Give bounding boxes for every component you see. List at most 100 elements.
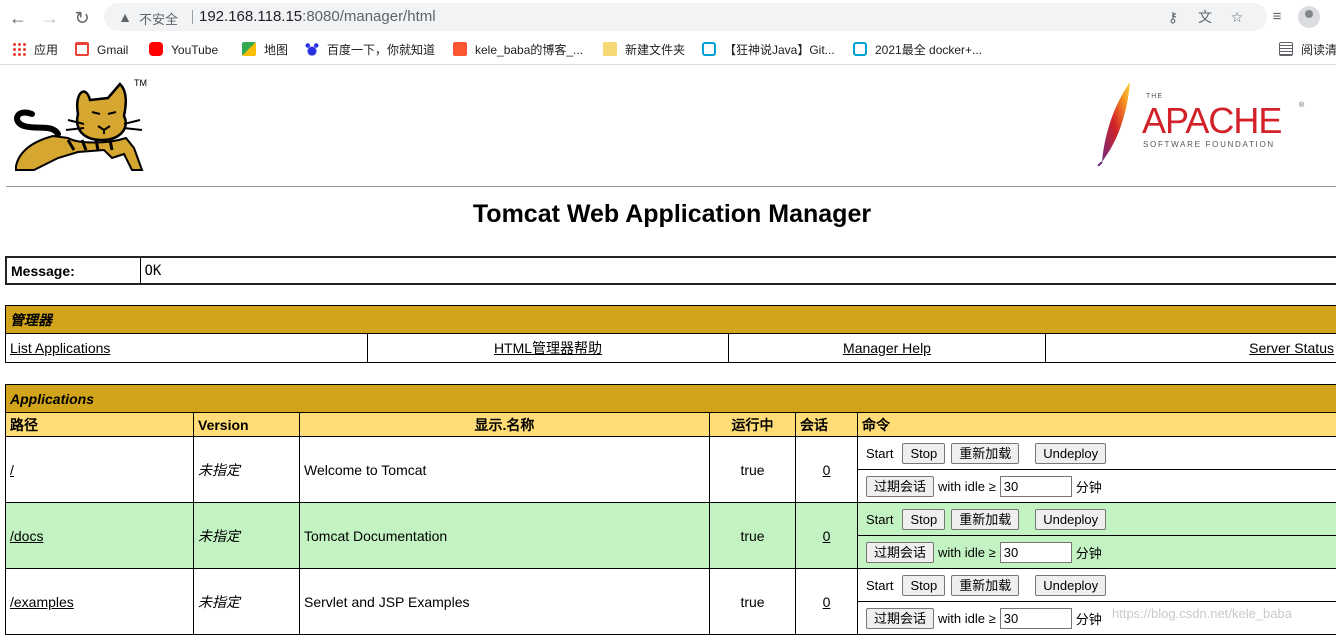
html-manager-help-link[interactable]: HTML管理器帮助 bbox=[494, 340, 602, 356]
manager-link-cell: HTML管理器帮助 bbox=[368, 334, 729, 363]
app-path-cell: / bbox=[6, 437, 194, 503]
list-applications-link[interactable]: List Applications bbox=[10, 340, 110, 356]
app-sessions-cell: 0 bbox=[796, 503, 858, 569]
stop-button[interactable]: Stop bbox=[902, 575, 945, 596]
idle-minutes-input[interactable]: 30 bbox=[1000, 608, 1072, 629]
manager-link-cell: Manager Help bbox=[729, 334, 1046, 363]
bookmark-label: 应用 bbox=[34, 43, 58, 57]
bookmark-csdn[interactable]: kele_baba的博客_... bbox=[453, 41, 583, 59]
expire-sessions-button[interactable]: 过期会话 bbox=[866, 542, 934, 563]
app-sessions-link[interactable]: 0 bbox=[823, 594, 831, 610]
reload-icon[interactable]: ↻ bbox=[70, 6, 94, 30]
browser-toolbar: ← → ↻ ▲ 不安全 192.168.118.15:8080/manager/… bbox=[0, 0, 1336, 35]
bilibili-icon bbox=[702, 42, 716, 56]
manager-help-link[interactable]: Manager Help bbox=[843, 340, 931, 356]
app-display-name: Welcome to Tomcat bbox=[300, 437, 710, 503]
manager-link-cell: Server Status bbox=[1046, 334, 1336, 363]
bookmark-apps[interactable]: 应用 bbox=[12, 41, 58, 59]
column-header-display-name: 显示.名称 bbox=[300, 413, 710, 437]
bookmark-label: 百度一下，你就知道 bbox=[327, 43, 435, 57]
app-path-link[interactable]: /docs bbox=[10, 528, 43, 544]
address-bar[interactable]: ▲ 不安全 192.168.118.15:8080/manager/html ⚷… bbox=[104, 3, 1267, 31]
app-running: true bbox=[710, 437, 796, 503]
apps-grid-icon bbox=[12, 42, 26, 56]
bookmark-maps[interactable]: 地图 bbox=[242, 41, 288, 59]
back-icon[interactable]: ← bbox=[6, 6, 30, 30]
url-path: :8080/manager/html bbox=[302, 8, 435, 25]
profile-avatar-icon[interactable] bbox=[1298, 6, 1320, 28]
message-label: Message: bbox=[6, 257, 140, 284]
table-row: /examples 未指定 Servlet and JSP Examples t… bbox=[6, 569, 1336, 602]
reload-button[interactable]: 重新加载 bbox=[951, 575, 1019, 596]
app-display-name: Tomcat Documentation bbox=[300, 503, 710, 569]
reload-button[interactable]: 重新加载 bbox=[951, 443, 1019, 464]
bookmark-bilibili-git[interactable]: 【狂神说Java】Git... bbox=[702, 41, 835, 59]
omnibox-divider bbox=[192, 10, 193, 24]
column-header-version: Version bbox=[194, 413, 300, 437]
server-status-link[interactable]: Server Status bbox=[1249, 340, 1334, 356]
app-display-name: Servlet and JSP Examples bbox=[300, 569, 710, 635]
page-title: Tomcat Web Application Manager bbox=[0, 200, 1336, 229]
bookmark-baidu[interactable]: 百度一下，你就知道 bbox=[305, 41, 435, 59]
warning-icon[interactable]: ▲ bbox=[116, 8, 134, 26]
app-sessions-cell: 0 bbox=[796, 569, 858, 635]
start-label: Start bbox=[866, 512, 893, 527]
apache-registered: ® bbox=[1299, 102, 1304, 109]
app-path-cell: /docs bbox=[6, 503, 194, 569]
stop-button[interactable]: Stop bbox=[902, 509, 945, 530]
gmail-icon bbox=[75, 42, 89, 56]
column-header-running: 运行中 bbox=[710, 413, 796, 437]
page-content: TM THE APACHE ® SOFTWARE FOUNDATION Tomc… bbox=[0, 66, 1336, 631]
with-idle-label: with idle ≥ bbox=[938, 545, 996, 560]
idle-minutes-input[interactable]: 30 bbox=[1000, 542, 1072, 563]
expire-sessions-button[interactable]: 过期会话 bbox=[866, 476, 934, 497]
reload-button[interactable]: 重新加载 bbox=[951, 509, 1019, 530]
bookmark-folder[interactable]: 新建文件夹 bbox=[603, 41, 685, 59]
bookmark-youtube[interactable]: YouTube bbox=[149, 41, 218, 59]
media-control-icon[interactable]: ≡ bbox=[1266, 6, 1288, 28]
translate-icon[interactable]: 文 bbox=[1196, 8, 1214, 26]
baidu-paw-icon bbox=[305, 42, 319, 56]
start-label: Start bbox=[866, 446, 893, 461]
bookmark-gmail[interactable]: Gmail bbox=[75, 41, 128, 59]
app-running: true bbox=[710, 503, 796, 569]
bookmark-label: 【狂神说Java】Git... bbox=[724, 43, 835, 57]
app-sessions-link[interactable]: 0 bbox=[823, 528, 831, 544]
apache-the: THE bbox=[1146, 93, 1163, 100]
expire-sessions-button[interactable]: 过期会话 bbox=[866, 608, 934, 629]
url-host: 192.168.118.15 bbox=[199, 8, 302, 25]
app-path-cell: /examples bbox=[6, 569, 194, 635]
forward-icon[interactable]: → bbox=[38, 6, 62, 30]
tomcat-trademark: TM bbox=[134, 78, 147, 88]
star-icon[interactable]: ☆ bbox=[1228, 8, 1246, 26]
app-path-link[interactable]: /examples bbox=[10, 594, 74, 610]
apache-logo[interactable]: THE APACHE ® SOFTWARE FOUNDATION bbox=[1094, 78, 1309, 166]
table-row: /docs 未指定 Tomcat Documentation true 0 St… bbox=[6, 503, 1336, 536]
table-row: / 未指定 Welcome to Tomcat true 0 Start Sto… bbox=[6, 437, 1336, 470]
app-commands-cell: Start Stop 重新加载 Undeploy bbox=[858, 569, 1336, 602]
with-idle-label: with idle ≥ bbox=[938, 611, 996, 626]
idle-minutes-input[interactable]: 30 bbox=[1000, 476, 1072, 497]
insecure-label[interactable]: 不安全 bbox=[139, 9, 178, 28]
app-path-link[interactable]: / bbox=[10, 462, 14, 478]
header-divider bbox=[6, 186, 1336, 187]
url-text[interactable]: 192.168.118.15:8080/manager/html bbox=[199, 8, 436, 25]
tomcat-logo[interactable]: TM bbox=[8, 78, 153, 176]
tomcat-cat-icon bbox=[8, 78, 153, 176]
app-expire-cell: 过期会话 with idle ≥ 30 分钟 bbox=[858, 536, 1336, 569]
column-header-sessions: 会话 bbox=[796, 413, 858, 437]
maps-icon bbox=[242, 42, 256, 56]
app-expire-cell: 过期会话 with idle ≥ 30 分钟 bbox=[858, 470, 1336, 503]
reading-list[interactable]: 阅读清 bbox=[1279, 41, 1336, 59]
with-idle-label: with idle ≥ bbox=[938, 479, 996, 494]
bookmark-bilibili-docker[interactable]: 2021最全 docker+... bbox=[853, 41, 982, 59]
undeploy-button[interactable]: Undeploy bbox=[1035, 575, 1106, 596]
key-icon[interactable]: ⚷ bbox=[1164, 8, 1182, 26]
stop-button[interactable]: Stop bbox=[902, 443, 945, 464]
apache-feather-icon bbox=[1094, 78, 1134, 166]
column-header-path: 路径 bbox=[6, 413, 194, 437]
undeploy-button[interactable]: Undeploy bbox=[1035, 443, 1106, 464]
undeploy-button[interactable]: Undeploy bbox=[1035, 509, 1106, 530]
manager-link-cell: List Applications bbox=[6, 334, 368, 363]
app-sessions-link[interactable]: 0 bbox=[823, 462, 831, 478]
